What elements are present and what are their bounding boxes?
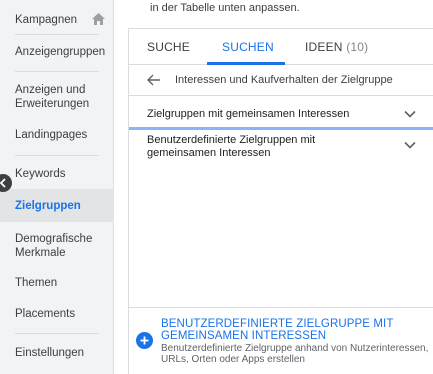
sidebar-item-label: Landingpages <box>15 129 88 141</box>
divider <box>15 71 99 72</box>
create-custom-audience[interactable]: BENUTZERDEFINIERTE ZIELGRUPPE MIT GEMEIN… <box>129 307 433 374</box>
sidebar-item-label: Placements <box>15 308 76 320</box>
divider <box>15 34 99 35</box>
sidebar-item-demografische-merkmale[interactable]: Demografische Merkmale <box>0 232 114 260</box>
sidebar-item-einstellungen[interactable]: Einstellungen <box>0 346 114 360</box>
create-custom-audience-link[interactable]: BENUTZERDEFINIERTE ZIELGRUPPE MIT GEMEIN… <box>161 318 421 342</box>
collapse-sidebar-button[interactable] <box>0 174 12 192</box>
home-icon[interactable] <box>92 13 105 25</box>
sidebar: Kampagnen Anzeigengruppen Anzeigen und E… <box>0 0 114 374</box>
tab-count: (10) <box>346 40 369 54</box>
audience-browse-panel: SUCHE SUCHEN IDEEN (10) Interessen und K… <box>128 28 433 374</box>
tab-suche[interactable]: SUCHE <box>147 40 190 54</box>
category-row-benutzerdefinierte-zielgruppen[interactable]: Benutzerdefinierte Zielgruppen mit gemei… <box>129 130 433 166</box>
sidebar-item-themen[interactable]: Themen <box>0 276 114 290</box>
category-row-gemeinsame-interessen[interactable]: Zielgruppen mit gemeinsamen Interessen <box>129 97 433 130</box>
back-row[interactable]: Interessen und Kaufverhalten der Zielgru… <box>129 65 433 96</box>
chevron-down-icon[interactable] <box>404 110 416 118</box>
sidebar-item-placements[interactable]: Placements <box>0 307 114 321</box>
sidebar-item-anzeigen-und-erweiterungen[interactable]: Anzeigen und Erweiterungen <box>0 83 114 111</box>
add-custom-audience-button[interactable] <box>136 332 153 349</box>
category-row-label: Benutzerdefinierte Zielgruppen mit gemei… <box>147 134 316 159</box>
create-custom-audience-description: Benutzerdefinierte Zielgruppe anhand von… <box>161 343 429 365</box>
sidebar-item-zielgruppen[interactable]: Zielgruppen <box>0 189 114 222</box>
sidebar-item-label: Themen <box>15 277 58 289</box>
sidebar-item-anzeigengruppen[interactable]: Anzeigengruppen <box>0 45 114 59</box>
plus-icon <box>140 336 149 345</box>
divider <box>15 155 99 156</box>
tab-label: SUCHE <box>147 40 191 54</box>
tab-ideen[interactable]: IDEEN (10) <box>305 40 368 54</box>
tab-bar: SUCHE SUCHEN IDEEN (10) <box>129 29 433 65</box>
sidebar-item-landingpages[interactable]: Landingpages <box>0 128 114 142</box>
hint-text: in der Tabelle unten anpassen. <box>150 2 300 14</box>
tab-suchen[interactable]: SUCHEN <box>222 40 274 54</box>
sidebar-item-label: Keywords <box>15 168 66 180</box>
sidebar-item-label: Zielgruppen <box>15 200 81 212</box>
tab-label: IDEEN <box>305 40 343 54</box>
back-row-label: Interessen und Kaufverhalten der Zielgru… <box>175 74 393 86</box>
chevron-left-icon <box>0 178 6 188</box>
sidebar-item-label: Einstellungen <box>15 347 85 359</box>
tab-label: SUCHEN <box>222 40 274 54</box>
divider <box>15 333 99 334</box>
chevron-down-icon[interactable] <box>404 141 416 149</box>
sidebar-item-label: Anzeigengruppen <box>15 46 106 58</box>
sidebar-item-label: Demografische Merkmale <box>15 233 93 259</box>
sidebar-item-label: Anzeigen und Erweiterungen <box>15 84 90 110</box>
sidebar-item-keywords[interactable]: Keywords <box>0 167 114 181</box>
arrow-back-icon[interactable] <box>147 74 161 86</box>
category-row-label: Zielgruppen mit gemeinsamen Interessen <box>147 108 350 120</box>
sidebar-item-label: Kampagnen <box>15 14 78 26</box>
